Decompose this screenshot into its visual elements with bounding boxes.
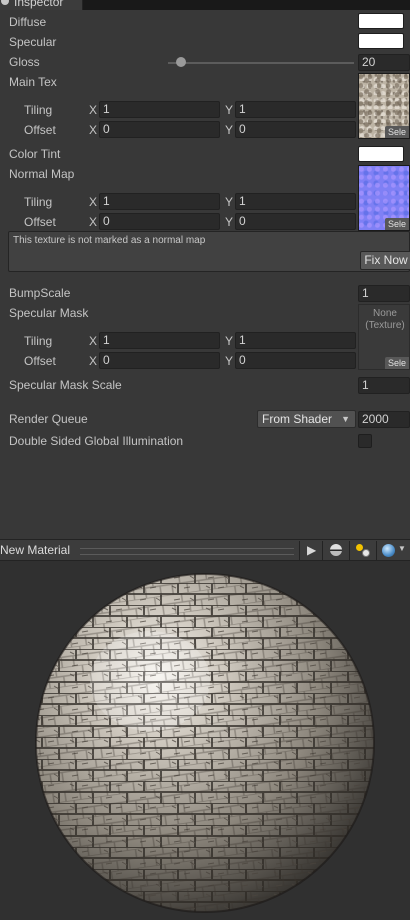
render-queue-dropdown[interactable]: From Shader ▼ [257, 410, 356, 428]
specular-mask-none-text: None [373, 308, 397, 319]
preview-mesh-button[interactable] [322, 541, 349, 560]
render-queue-value-field[interactable]: 2000 [358, 411, 410, 428]
normal-map-offset-x-label: X [89, 215, 98, 229]
gloss-slider-track[interactable] [168, 62, 354, 64]
normal-map-offset-label: Offset [24, 215, 56, 229]
normal-map-tiling-y-label: Y [225, 195, 234, 209]
main-tex-thumbnail[interactable]: Sele [358, 73, 410, 139]
main-tex-offset-x-field[interactable]: 0 [99, 121, 220, 138]
main-tex-offset-label: Offset [24, 123, 56, 137]
preview-header: New Material ▶ ▼ [0, 539, 410, 561]
main-tex-offset-y-label: Y [225, 123, 234, 137]
normal-map-tiling-x-label: X [89, 195, 98, 209]
specular-mask-offset-x-label: X [89, 354, 98, 368]
gloss-label: Gloss [9, 55, 40, 69]
specular-mask-scale-field[interactable]: 1 [358, 377, 410, 394]
preview-title: New Material [0, 543, 71, 557]
tab-bar: Inspector [0, 0, 410, 10]
main-tex-label: Main Tex [9, 75, 57, 89]
main-tex-tiling-x-field[interactable]: 1 [99, 101, 220, 118]
specular-mask-select-button[interactable]: Sele [385, 357, 409, 369]
normal-map-offset-y-field[interactable]: 0 [235, 213, 356, 230]
normal-map-select-button[interactable]: Sele [385, 218, 409, 230]
main-tex-tiling-y-label: Y [225, 103, 234, 117]
main-tex-tiling-label: Tiling [24, 103, 53, 117]
bump-scale-label: BumpScale [9, 286, 71, 300]
specular-color-field[interactable] [358, 33, 404, 49]
skybox-icon [382, 544, 395, 557]
play-preview-button[interactable]: ▶ [299, 541, 322, 560]
gloss-value-field[interactable]: 20 [358, 54, 410, 71]
specular-mask-tiling-x-field[interactable]: 1 [99, 332, 220, 349]
normal-map-tiling-y-field[interactable]: 1 [235, 193, 356, 210]
specular-mask-offset-y-field[interactable]: 0 [235, 352, 356, 369]
specular-mask-tiling-y-field[interactable]: 1 [235, 332, 356, 349]
double-sided-gi-label: Double Sided Global Illumination [9, 434, 184, 448]
chevron-down-icon: ▼ [341, 414, 350, 424]
specular-mask-tiling-x-label: X [89, 334, 98, 348]
preview-settings-button[interactable]: ▼ [376, 541, 410, 560]
settings-chevron-down-icon: ▼ [398, 544, 406, 553]
diffuse-color-field[interactable] [358, 13, 404, 29]
specular-mask-scale-label: Specular Mask Scale [9, 378, 122, 392]
bump-scale-field[interactable]: 1 [358, 285, 410, 302]
diffuse-label: Diffuse [9, 15, 47, 29]
specular-mask-tiling-label: Tiling [24, 334, 53, 348]
normal-map-offset-x-field[interactable]: 0 [99, 213, 220, 230]
render-queue-label: Render Queue [9, 412, 88, 426]
gloss-slider-thumb[interactable] [176, 57, 186, 67]
color-tint-color-field[interactable] [358, 146, 404, 162]
specular-mask-label: Specular Mask [9, 306, 89, 320]
normal-map-offset-y-label: Y [225, 215, 234, 229]
main-tex-tiling-y-field[interactable]: 1 [235, 101, 356, 118]
preview-lighting-button[interactable] [349, 541, 376, 560]
normal-map-warning-text: This texture is not marked as a normal m… [13, 235, 206, 246]
material-preview-area[interactable] [0, 561, 410, 920]
specular-mask-texture-text: (Texture) [365, 320, 405, 331]
normal-map-tiling-x-field[interactable]: 1 [99, 193, 220, 210]
normal-map-warning-box: This texture is not marked as a normal m… [8, 231, 410, 272]
preview-resize-grip[interactable] [80, 548, 294, 555]
normal-map-thumbnail[interactable]: Sele [358, 165, 410, 231]
material-preview-sphere [35, 573, 375, 913]
main-tex-offset-y-field[interactable]: 0 [235, 121, 356, 138]
normal-map-tiling-label: Tiling [24, 195, 53, 209]
specular-mask-offset-label: Offset [24, 354, 56, 368]
main-tex-tiling-x-label: X [89, 103, 98, 117]
specular-mask-offset-x-field[interactable]: 0 [99, 352, 220, 369]
tab-inspector[interactable]: Inspector [0, 0, 83, 10]
specular-mask-tiling-y-label: Y [225, 334, 234, 348]
light-sphere-icon [362, 549, 370, 557]
fix-now-button[interactable]: Fix Now [360, 251, 410, 270]
play-icon: ▶ [307, 543, 317, 557]
double-sided-gi-checkbox[interactable] [358, 434, 372, 448]
render-queue-dropdown-value: From Shader [262, 412, 333, 426]
normal-map-label: Normal Map [9, 167, 75, 181]
color-tint-label: Color Tint [9, 147, 61, 161]
main-tex-offset-x-label: X [89, 123, 98, 137]
main-tex-select-button[interactable]: Sele [385, 126, 409, 138]
specular-mask-offset-y-label: Y [225, 354, 234, 368]
sphere-mesh-icon [330, 544, 342, 556]
specular-label: Specular [9, 35, 57, 49]
info-icon [1, 0, 9, 5]
tab-inspector-label: Inspector [14, 0, 64, 9]
specular-mask-thumbnail[interactable]: None (Texture) Sele [358, 304, 410, 370]
